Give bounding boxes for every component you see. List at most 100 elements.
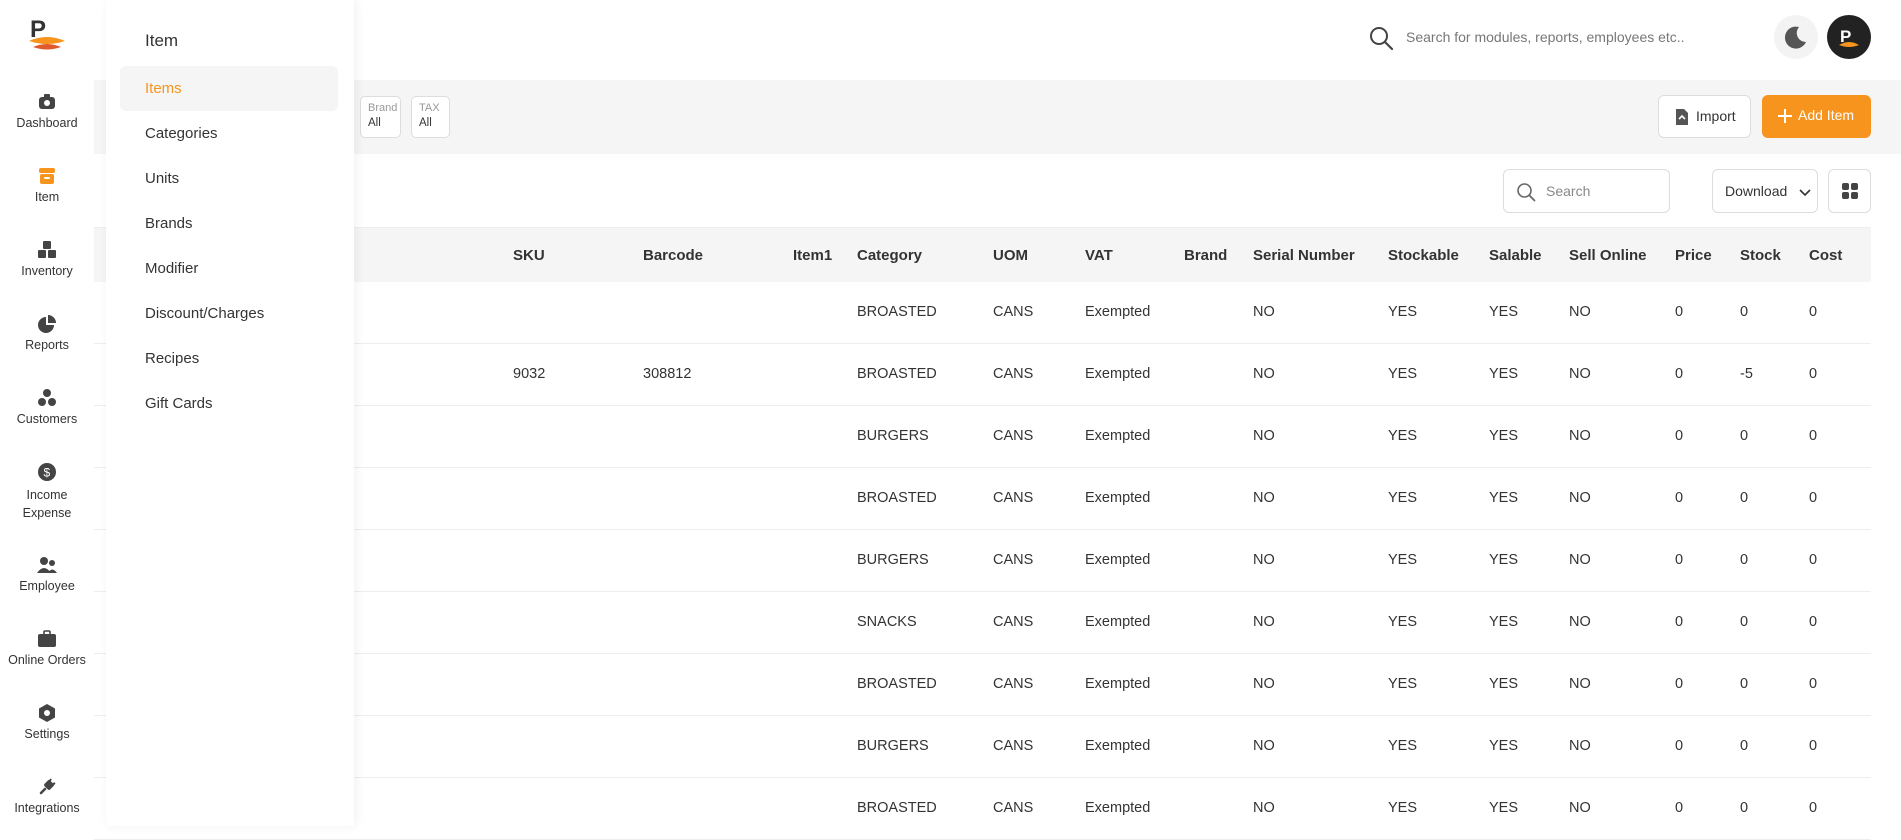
- table-cell: 0: [1675, 552, 1684, 568]
- column-header[interactable]: Cost: [1809, 247, 1842, 264]
- tax-filter-value: All: [419, 117, 432, 129]
- table-cell: CANS: [993, 428, 1034, 444]
- rail-item-online-orders[interactable]: Online Orders: [0, 629, 94, 667]
- table-cell: NO: [1253, 552, 1275, 568]
- table-cell: 0: [1740, 614, 1749, 630]
- plus-icon: [1778, 109, 1792, 123]
- employee-icon: [37, 557, 57, 573]
- table-cell: YES: [1489, 738, 1519, 754]
- table-row[interactable]: BURGERS CANS Exempted NO YES YES NO 0 0 0: [94, 716, 1871, 778]
- tax-filter[interactable]: TAX All: [411, 96, 450, 138]
- table-cell: 0: [1740, 490, 1749, 506]
- column-header[interactable]: Item1: [793, 247, 832, 264]
- brand-filter[interactable]: Brand All: [360, 96, 401, 138]
- add-item-label: Add Item: [1798, 107, 1855, 123]
- column-header[interactable]: Stockable: [1388, 247, 1459, 264]
- column-header[interactable]: Brand: [1184, 247, 1227, 264]
- submenu-item-units[interactable]: Units: [120, 156, 338, 201]
- table-cell: Exempted: [1085, 304, 1151, 320]
- table-cell: YES: [1489, 800, 1519, 816]
- rail-item-employee[interactable]: Employee: [0, 555, 94, 593]
- table-cell: NO: [1253, 738, 1275, 754]
- table-cell: YES: [1388, 552, 1418, 568]
- rail-item-reports[interactable]: Reports: [0, 314, 94, 352]
- column-header[interactable]: UOM: [993, 247, 1028, 264]
- table-cell: CANS: [993, 614, 1034, 630]
- rail-item-label: Inventory: [21, 264, 73, 278]
- table-cell: 0: [1675, 428, 1684, 444]
- submenu-item-items[interactable]: Items: [120, 66, 338, 111]
- rail-item-income-expense[interactable]: $ Income Expense: [0, 462, 94, 522]
- table-cell: 0: [1675, 738, 1684, 754]
- table-row[interactable]: BURGERS CANS Exempted NO YES YES NO 0 0 0: [94, 530, 1871, 592]
- table-row[interactable]: SNACKS CANS Exempted NO YES YES NO 0 0 0: [94, 592, 1871, 654]
- box-icon: [39, 168, 55, 184]
- table-cell: YES: [1489, 490, 1519, 506]
- rail-item-dashboard[interactable]: Dashboard: [0, 92, 94, 130]
- column-header[interactable]: Sell Online: [1569, 247, 1647, 264]
- import-button[interactable]: Import: [1658, 95, 1751, 138]
- submenu-item-discount-charges[interactable]: Discount/Charges: [120, 291, 338, 336]
- column-header[interactable]: Stock: [1740, 247, 1781, 264]
- user-avatar[interactable]: P: [1827, 15, 1871, 59]
- rail-item-settings[interactable]: Settings: [0, 703, 94, 741]
- submenu-item-recipes[interactable]: Recipes: [120, 336, 338, 381]
- download-dropdown[interactable]: Download: [1712, 169, 1818, 213]
- table-cell: 0: [1809, 614, 1818, 630]
- column-header[interactable]: SKU: [513, 247, 545, 264]
- submenu-item-categories[interactable]: Categories: [120, 111, 338, 156]
- table-search-input[interactable]: Search: [1503, 169, 1670, 213]
- table-cell: Exempted: [1085, 428, 1151, 444]
- briefcase-icon: [38, 630, 56, 647]
- table-row[interactable]: BURGERS CANS Exempted NO YES YES NO 0 0 0: [94, 406, 1871, 468]
- rail-item-customers[interactable]: Customers: [0, 388, 94, 426]
- global-search-placeholder: Search for modules, reports, employees e…: [1406, 29, 1685, 45]
- column-header[interactable]: Barcode: [643, 247, 703, 264]
- table-cell: 0: [1740, 800, 1749, 816]
- column-header[interactable]: VAT: [1085, 247, 1113, 264]
- table-row[interactable]: BROASTED CANS Exempted NO YES YES NO 0 0 0: [94, 282, 1871, 344]
- table-cell: 0: [1740, 552, 1749, 568]
- table-cell: YES: [1388, 366, 1418, 382]
- camera-icon: [39, 94, 55, 109]
- table-cell: CANS: [993, 490, 1034, 506]
- column-header[interactable]: Category: [857, 247, 922, 264]
- table-cell: CANS: [993, 676, 1034, 692]
- column-header[interactable]: Salable: [1489, 247, 1542, 264]
- table-cell: 0: [1809, 428, 1818, 444]
- column-header[interactable]: Serial Number: [1253, 247, 1355, 264]
- table-cell: Exempted: [1085, 552, 1151, 568]
- table-cell: BROASTED: [857, 366, 937, 382]
- boxes-icon: [38, 241, 56, 258]
- table-row[interactable]: BROASTED CANS Exempted NO YES YES NO 0 0 0: [94, 778, 1871, 840]
- grid-view-button[interactable]: [1828, 169, 1871, 213]
- theme-toggle-button[interactable]: [1774, 15, 1818, 59]
- moon-icon: [1784, 26, 1806, 49]
- download-label: Download: [1725, 183, 1788, 199]
- chevron-down-icon: [1799, 189, 1811, 197]
- rail-item-label: Employee: [19, 579, 75, 593]
- submenu-item-brands[interactable]: Brands: [120, 201, 338, 246]
- rail-item-integrations[interactable]: Integrations: [0, 777, 94, 815]
- table-cell: Exempted: [1085, 676, 1151, 692]
- table-cell: CANS: [993, 552, 1034, 568]
- table-cell: 0: [1740, 304, 1749, 320]
- search-icon: [1517, 183, 1536, 202]
- rail-item-inventory[interactable]: Inventory: [0, 240, 94, 278]
- table-cell: BURGERS: [857, 428, 929, 444]
- column-header[interactable]: Price: [1675, 247, 1712, 264]
- brand-filter-label: Brand: [368, 102, 398, 114]
- submenu-item-modifier[interactable]: Modifier: [120, 246, 338, 291]
- global-search[interactable]: Search for modules, reports, employees e…: [1368, 24, 1708, 52]
- grid-icon: [1842, 183, 1858, 199]
- rail-item-item[interactable]: Item: [0, 166, 94, 204]
- rail-item-label: Reports: [25, 338, 69, 352]
- table-row[interactable]: BROASTED CANS Exempted NO YES YES NO 0 0 0: [94, 654, 1871, 716]
- table-cell: SNACKS: [857, 614, 917, 630]
- submenu-item-gift-cards[interactable]: Gift Cards: [120, 381, 338, 426]
- table-row[interactable]: BROASTED CANS Exempted NO YES YES NO 0 0 0: [94, 468, 1871, 530]
- add-item-button[interactable]: Add Item: [1762, 95, 1871, 138]
- table-cell: NO: [1253, 614, 1275, 630]
- table-row[interactable]: 9032 308812 BROASTED CANS Exempted NO YES YES NO…: [94, 344, 1871, 406]
- table-cell: BURGERS: [857, 552, 929, 568]
